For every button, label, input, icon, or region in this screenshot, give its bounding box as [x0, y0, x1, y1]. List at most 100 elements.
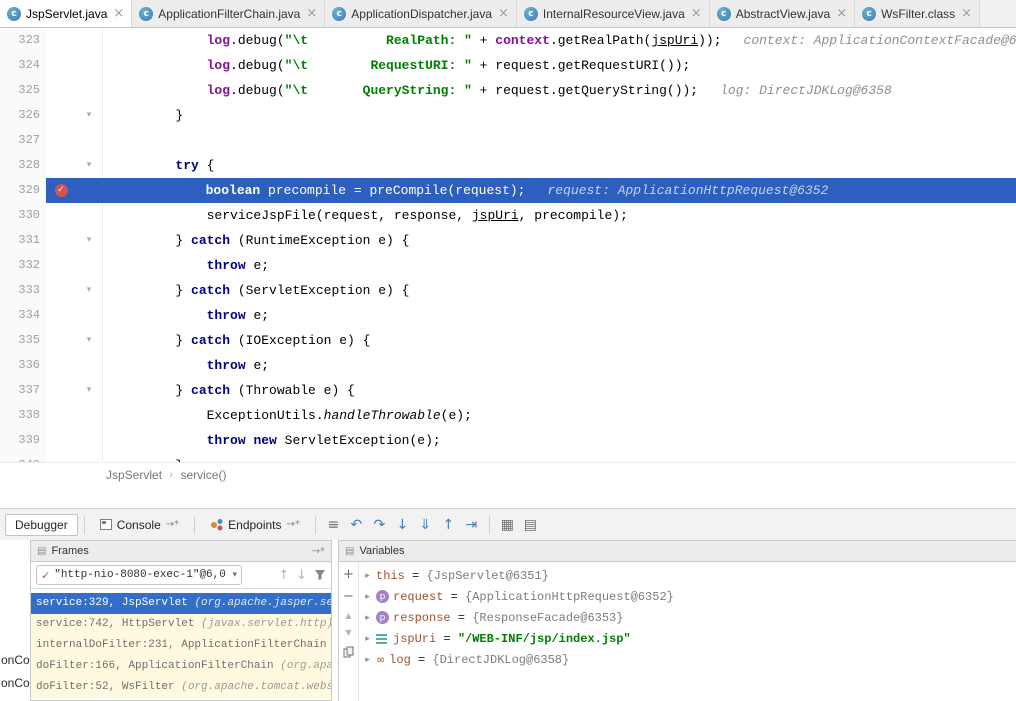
expand-icon[interactable]: ▸ — [359, 634, 376, 644]
code-line[interactable]: 324 log.debug("\t RequestURI: " + reques… — [0, 53, 1016, 78]
fold-icon[interactable]: ▾ — [76, 328, 103, 353]
breakpoint-icon[interactable]: ✓ — [55, 184, 68, 197]
code-line[interactable]: 336 throw e; — [0, 353, 1016, 378]
code-line[interactable]: 334 throw e; — [0, 303, 1016, 328]
breadcrumb-item-method[interactable]: service() — [180, 468, 226, 482]
gutter-space[interactable] — [46, 128, 76, 153]
gutter-space[interactable] — [46, 153, 76, 178]
expand-icon[interactable]: ▸ — [359, 592, 376, 602]
fold-icon[interactable]: ▾ — [76, 378, 103, 403]
remove-watch-button[interactable]: − — [343, 590, 354, 603]
line-number[interactable]: 330 — [0, 203, 46, 228]
editor-tab[interactable]: cJspServlet.java× — [0, 0, 132, 27]
editor-tab[interactable]: cAbstractView.java× — [710, 0, 855, 27]
stack-frame-row[interactable]: service:742, HttpServlet (javax.servlet.… — [31, 614, 331, 635]
code-line[interactable]: 323 log.debug("\t RealPath: " + context.… — [0, 28, 1016, 53]
scroll-up-icon[interactable]: ▲ — [345, 612, 351, 620]
fold-icon[interactable]: ▾ — [76, 103, 103, 128]
line-number[interactable]: 336 — [0, 353, 46, 378]
expand-icon[interactable]: ▸ — [359, 571, 376, 581]
code-text[interactable]: boolean precompile = preCompile(request)… — [102, 178, 1016, 203]
gutter-space[interactable] — [46, 28, 76, 53]
expand-icon[interactable]: ▸ — [359, 613, 376, 623]
line-number[interactable]: 331 — [0, 228, 46, 253]
gutter-space[interactable] — [46, 428, 76, 453]
code-text[interactable]: try { — [103, 153, 1016, 178]
code-line[interactable]: 340 } — [0, 453, 1016, 462]
code-line[interactable]: 331▾ } catch (RuntimeException e) { — [0, 228, 1016, 253]
code-text[interactable]: ExceptionUtils.handleThrowable(e); — [103, 403, 1016, 428]
variable-row[interactable]: ▸presponse = {ResponseFacade@6353} — [359, 607, 1016, 628]
code-text[interactable]: log.debug("\t RequestURI: " + request.ge… — [103, 53, 1016, 78]
code-text[interactable]: throw e; — [103, 303, 1016, 328]
line-number[interactable]: 338 — [0, 403, 46, 428]
stack-frame-row[interactable]: internalDoFilter:231, ApplicationFilterC… — [31, 635, 331, 656]
add-watch-button[interactable]: + — [343, 568, 354, 581]
gutter-space[interactable] — [46, 253, 76, 278]
line-number[interactable]: 327 — [0, 128, 46, 153]
code-line[interactable]: 332 throw e; — [0, 253, 1016, 278]
debug-tab-endpoints[interactable]: Endpoints→* — [201, 515, 309, 535]
editor-tab[interactable]: cApplicationDispatcher.java× — [325, 0, 517, 27]
thread-selector[interactable]: ✓ "http-nio-8080-exec-1"@6,0... ▾ — [36, 565, 242, 585]
code-text[interactable]: } catch (Throwable e) { — [103, 378, 1016, 403]
close-tab-icon[interactable]: × — [306, 6, 317, 21]
code-line[interactable]: 338 ExceptionUtils.handleThrowable(e); — [0, 403, 1016, 428]
line-number[interactable]: 324 — [0, 53, 46, 78]
fold-icon[interactable]: ▾ — [76, 153, 103, 178]
gutter-space[interactable] — [46, 278, 76, 303]
code-text[interactable]: throw e; — [103, 353, 1016, 378]
code-line[interactable]: 329 ✓ boolean precompile = preCompile(req… — [0, 178, 1016, 203]
code-line[interactable]: 339 throw new ServletException(e); — [0, 428, 1016, 453]
code-line[interactable]: 326 ▾ } — [0, 103, 1016, 128]
line-number[interactable]: 337 — [0, 378, 46, 403]
fold-icon[interactable]: ▾ — [76, 278, 103, 303]
gutter-space[interactable] — [46, 403, 76, 428]
line-number[interactable]: 329 — [0, 178, 46, 203]
step-into-icon[interactable]: ↓ — [391, 513, 414, 536]
next-frame-icon[interactable]: ↓ — [296, 568, 307, 583]
expand-icon[interactable]: ▸ — [359, 655, 376, 665]
close-tab-icon[interactable]: × — [498, 6, 509, 21]
code-text[interactable]: log.debug("\t QueryString: " + request.g… — [103, 78, 1016, 103]
line-number[interactable]: 334 — [0, 303, 46, 328]
step-over-icon[interactable]: ↷ — [368, 513, 391, 536]
code-text[interactable]: throw new ServletException(e); — [103, 428, 1016, 453]
code-text[interactable]: } catch (RuntimeException e) { — [103, 228, 1016, 253]
evaluate-expression-icon[interactable]: ▤ — [519, 513, 542, 536]
editor-tab[interactable]: cWsFilter.class× — [855, 0, 980, 27]
line-number[interactable]: 333 — [0, 278, 46, 303]
gutter-space[interactable] — [46, 353, 76, 378]
gutter-space[interactable] — [46, 228, 76, 253]
code-line[interactable]: 335▾ } catch (IOException e) { — [0, 328, 1016, 353]
variable-row[interactable]: ▸prequest = {ApplicationHttpRequest@6352… — [359, 586, 1016, 607]
code-text[interactable]: } — [103, 103, 1016, 128]
view-breakpoints-icon[interactable]: ▦ — [496, 513, 519, 536]
code-line[interactable]: 328▾ try { — [0, 153, 1016, 178]
code-text[interactable]: throw e; — [103, 253, 1016, 278]
code-text[interactable]: } catch (ServletException e) { — [103, 278, 1016, 303]
filter-frames-icon[interactable] — [314, 569, 326, 581]
restore-layout-icon[interactable]: ≡ — [322, 513, 345, 536]
stack-frame-row[interactable]: doFilter:166, ApplicationFilterChain (or… — [31, 656, 331, 677]
line-number[interactable]: 326 — [0, 103, 46, 128]
code-text[interactable] — [103, 128, 1016, 153]
close-tab-icon[interactable]: × — [113, 6, 124, 21]
float-window-icon[interactable]: →* — [312, 546, 325, 557]
stack-frame-row[interactable]: service:329, JspServlet (org.apache.jasp… — [31, 593, 331, 614]
close-tab-icon[interactable]: × — [691, 6, 702, 21]
code-line[interactable]: 337 ▾ } catch (Throwable e) { — [0, 378, 1016, 403]
step-out-icon[interactable]: ↑ — [437, 513, 460, 536]
breakpoint-gutter[interactable]: ✓ — [46, 178, 76, 203]
scroll-down-icon[interactable]: ▼ — [345, 629, 351, 637]
line-number[interactable]: 323 — [0, 28, 46, 53]
editor-tab[interactable]: cApplicationFilterChain.java× — [132, 0, 325, 27]
code-text[interactable]: } catch (IOException e) { — [103, 328, 1016, 353]
gutter-space[interactable] — [46, 303, 76, 328]
code-text[interactable]: } — [103, 453, 1016, 462]
variable-row[interactable]: ▸jspUri = "/WEB-INF/jsp/index.jsp" — [359, 628, 1016, 649]
close-tab-icon[interactable]: × — [961, 6, 972, 21]
debug-tab-debugger[interactable]: Debugger — [5, 514, 78, 536]
line-number[interactable]: 325 — [0, 78, 46, 103]
code-text[interactable]: serviceJspFile(request, response, jspUri… — [103, 203, 1016, 228]
